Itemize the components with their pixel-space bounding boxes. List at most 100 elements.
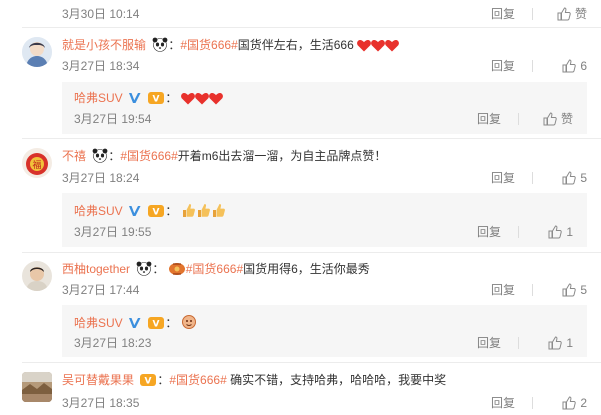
- lantern-emoji-icon: [181, 315, 196, 329]
- reply-button[interactable]: 回复: [491, 58, 521, 74]
- heart-icon: [385, 39, 400, 52]
- reply-text: 哈弗SUV V：: [74, 314, 197, 331]
- comment-text: 吴可替戴果果 V ：#国货666# 确实不错，支持哈弗，哈哈哈，我要中奖: [62, 373, 447, 387]
- svg-text:V: V: [153, 208, 160, 218]
- action-divider: [532, 8, 533, 20]
- action-divider: [518, 337, 519, 349]
- divider: [22, 362, 601, 363]
- divider: [22, 252, 601, 253]
- topic-link[interactable]: #国货666#: [169, 373, 226, 387]
- reply-time: 3月27日 19:54: [74, 112, 152, 126]
- member-badge-icon: V: [148, 205, 165, 218]
- comment-time: 3月30日 10:14: [62, 7, 140, 21]
- action-divider: [532, 284, 533, 296]
- like-count: 2: [580, 396, 587, 410]
- comment-actions: 回复 5: [487, 170, 587, 186]
- thumb-up-icon: [562, 171, 577, 185]
- reply-button[interactable]: 回复: [491, 170, 521, 186]
- lantern-emoji-icon: [168, 263, 185, 275]
- thumb-up-icon: [562, 283, 577, 297]
- reply-button[interactable]: 回复: [477, 224, 507, 240]
- avatar[interactable]: [22, 372, 52, 402]
- comment-body: 国货伴左右，生活666: [237, 38, 354, 52]
- thumbs-emoji-group: [181, 204, 226, 218]
- comment-feed: 3月30日 10:14 回复 赞 就是小孩不服输 ：#国货666#国货伴左右，生…: [0, 0, 601, 415]
- like-count: 6: [580, 59, 587, 73]
- heart-emoji-group: [180, 91, 223, 105]
- like-count: 5: [580, 171, 587, 185]
- comment-time: 3月27日 18:24: [62, 171, 140, 185]
- action-divider: [518, 113, 519, 125]
- like-button[interactable]: 赞: [525, 111, 573, 127]
- reply-text: 哈弗SUV V：: [74, 90, 223, 106]
- topic-link[interactable]: #国货666#: [120, 149, 177, 163]
- member-badge-icon: V: [148, 92, 165, 105]
- reply-box: 哈弗SUV V： 3月27日 18:23 回复 1: [62, 305, 587, 357]
- svg-text:V: V: [153, 320, 160, 330]
- reply-box: 哈弗SUV V： 3月27日 19:55 回复 1: [62, 193, 587, 247]
- comment-user[interactable]: 就是小孩不服输: [62, 38, 146, 52]
- reply-time: 3月27日 18:23: [74, 336, 152, 350]
- reply-button[interactable]: 回复: [491, 282, 521, 298]
- like-count: 1: [566, 336, 573, 350]
- reply-actions: 回复 1: [473, 335, 573, 351]
- comment-text: 西柚together ： #国货666#国货用得6，生活你最秀: [62, 261, 370, 280]
- reply-actions: 回复 1: [473, 224, 573, 240]
- like-count: 5: [580, 283, 587, 297]
- reply-box: 哈弗SUV V： 3月27日 19:54 回复 赞: [62, 82, 587, 134]
- comment-time: 3月27日 17:44: [62, 283, 140, 297]
- topic-link[interactable]: #国货666#: [186, 262, 243, 276]
- reply-button[interactable]: 回复: [477, 335, 507, 351]
- like-label: 赞: [560, 112, 573, 126]
- reply-button[interactable]: 回复: [491, 6, 521, 22]
- action-divider: [532, 60, 533, 72]
- heart-icon: [371, 39, 386, 52]
- like-button[interactable]: 6: [539, 58, 587, 74]
- comment-body: 国货用得6，生活你最秀: [243, 262, 370, 276]
- reply-button[interactable]: 回复: [491, 395, 521, 411]
- avatar[interactable]: [22, 37, 52, 67]
- topic-link[interactable]: #国货666#: [180, 38, 237, 52]
- comment-user[interactable]: 不禧: [62, 149, 86, 163]
- like-button[interactable]: 5: [539, 170, 587, 186]
- comment-text: 就是小孩不服输 ：#国货666#国货伴左右，生活666: [62, 37, 400, 56]
- comment-time: 3月27日 18:35: [62, 396, 140, 410]
- heart-emoji-group: [357, 38, 400, 52]
- action-divider: [532, 397, 533, 409]
- avatar[interactable]: 福: [22, 148, 52, 178]
- like-button[interactable]: 1: [525, 335, 573, 351]
- verified-icon: [129, 93, 141, 103]
- reply-user[interactable]: 哈弗SUV: [74, 204, 123, 218]
- reply-user[interactable]: 哈弗SUV: [74, 91, 123, 105]
- divider: [22, 138, 601, 139]
- heart-icon: [180, 92, 195, 105]
- comment-user[interactable]: 吴可替戴果果: [62, 373, 134, 387]
- thumb-up-icon: [562, 59, 577, 73]
- action-divider: [532, 172, 533, 184]
- verified-icon: [129, 318, 141, 328]
- reply-button[interactable]: 回复: [477, 111, 507, 127]
- heart-icon: [194, 92, 209, 105]
- reply-text: 哈弗SUV V：: [74, 203, 226, 219]
- panda-icon: [92, 148, 108, 167]
- reply-time: 3月27日 19:55: [74, 225, 152, 239]
- comment-actions: 回复 赞: [487, 6, 587, 22]
- panda-icon: [136, 261, 152, 280]
- verified-icon: [129, 206, 141, 216]
- svg-text:V: V: [153, 95, 160, 105]
- comment-text: 不禧 ：#国货666#开着m6出去溜一溜，为自主品牌点赞！: [62, 148, 386, 167]
- like-button[interactable]: 5: [539, 282, 587, 298]
- svg-text:福: 福: [32, 159, 41, 171]
- thumb-up-icon: [557, 7, 571, 21]
- comment-user[interactable]: 西柚together: [62, 262, 130, 276]
- thumb-up-icon: [548, 336, 563, 350]
- like-button[interactable]: 1: [525, 224, 573, 240]
- reply-user[interactable]: 哈弗SUV: [74, 316, 123, 330]
- reply-actions: 回复 赞: [473, 111, 573, 127]
- like-count: 1: [566, 225, 573, 239]
- like-button[interactable]: 2: [539, 395, 587, 411]
- svg-text:V: V: [145, 377, 152, 387]
- avatar[interactable]: [22, 261, 52, 291]
- like-button[interactable]: 赞: [539, 6, 587, 22]
- divider: [22, 27, 601, 28]
